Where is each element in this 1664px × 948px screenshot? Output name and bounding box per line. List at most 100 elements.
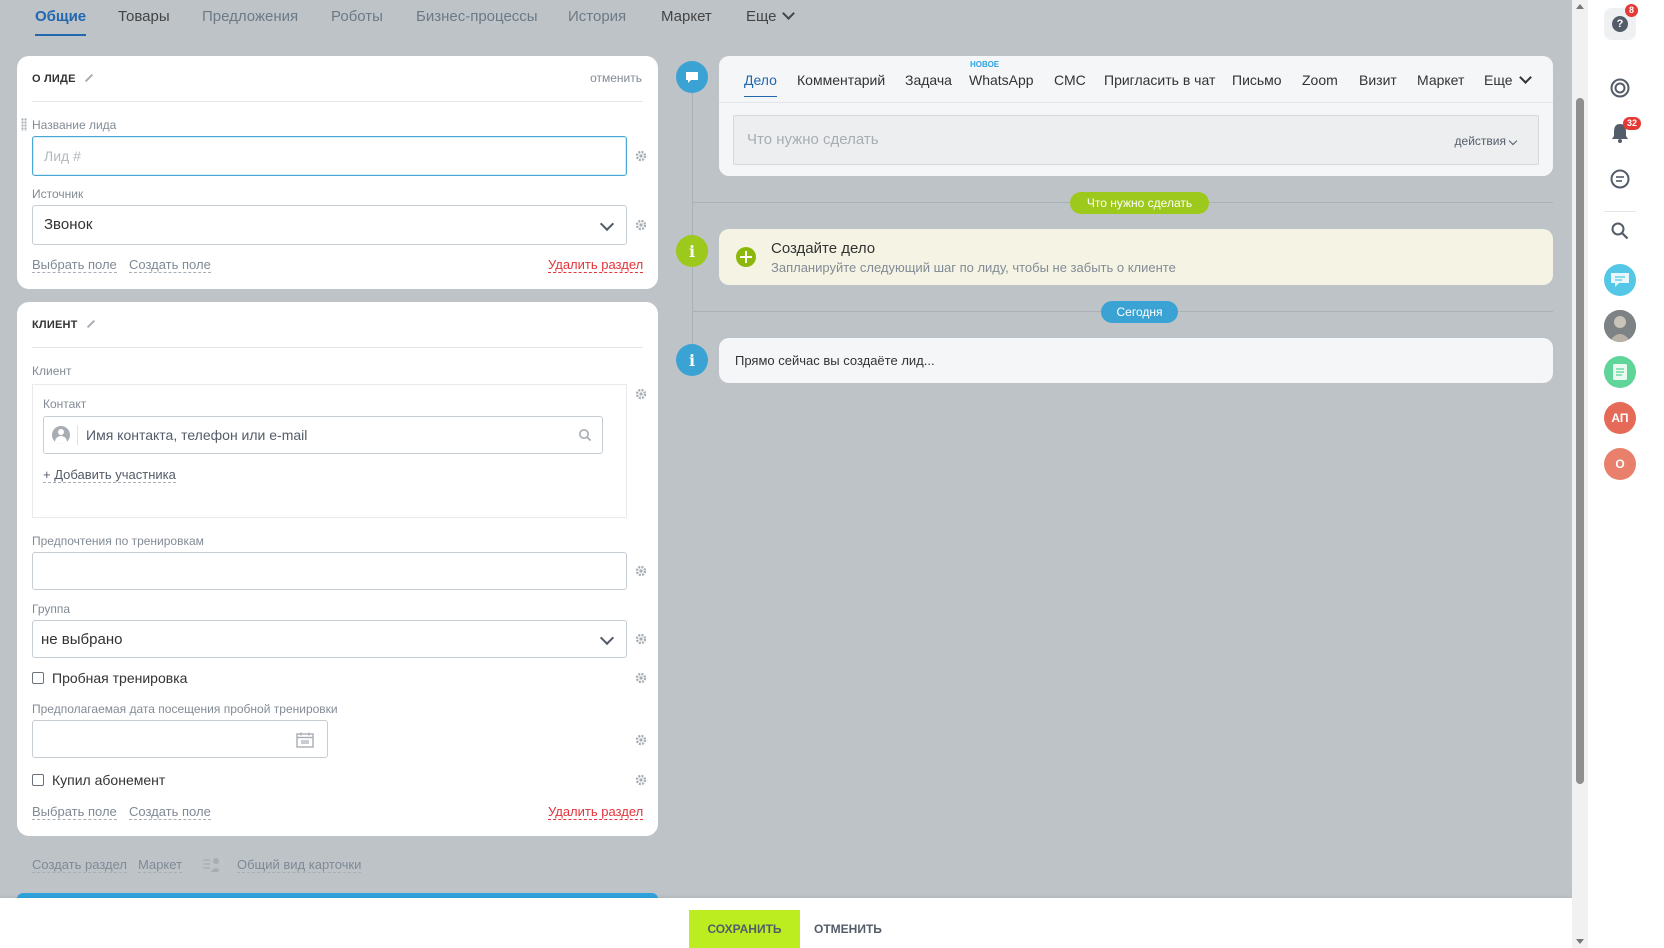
lead-name-input[interactable]: Лид # xyxy=(32,136,627,176)
chat-icon xyxy=(1610,169,1630,189)
tl-tab-letter[interactable]: Письмо xyxy=(1232,72,1282,88)
delete-section-link[interactable]: Удалить раздел xyxy=(548,257,644,273)
tab-active-underline xyxy=(35,34,87,36)
source-select[interactable]: Звонок xyxy=(32,205,627,245)
actions-dropdown[interactable]: действия xyxy=(1455,134,1506,148)
tab-label: Общие xyxy=(35,8,87,25)
search-icon[interactable] xyxy=(578,428,592,442)
gear-icon[interactable] xyxy=(635,734,647,746)
chevron-down-icon xyxy=(781,7,795,20)
bought-checkbox[interactable] xyxy=(32,774,44,786)
chat-bubble-icon xyxy=(1611,273,1629,287)
avatar-o[interactable]: О xyxy=(1604,448,1636,480)
tab-general[interactable]: Общие xyxy=(35,8,87,36)
tab-products[interactable]: Товары xyxy=(118,8,170,25)
todo-input[interactable]: Что нужно сделать действия xyxy=(733,115,1539,165)
pencil-icon[interactable] xyxy=(86,319,95,329)
divider xyxy=(1604,211,1636,212)
gear-icon[interactable] xyxy=(635,388,647,400)
search-button[interactable] xyxy=(1604,215,1636,247)
plus-icon[interactable] xyxy=(736,247,756,267)
now-creating-text: Прямо сейчас вы создаёте лид... xyxy=(735,353,935,368)
chat-bubble-icon xyxy=(686,71,698,83)
page-scrollbar[interactable] xyxy=(1572,0,1588,948)
chevron-down-icon xyxy=(599,630,615,646)
create-deal-panel[interactable]: Создайте дело Запланируйте следующий шаг… xyxy=(719,229,1553,285)
cancel-edit-link[interactable]: отменить xyxy=(590,71,642,85)
common-view-link[interactable]: Общий вид карточки xyxy=(237,857,362,873)
tl-tab-zoom[interactable]: Zoom xyxy=(1302,72,1338,88)
tl-tab-invite-chat[interactable]: Пригласить в чат xyxy=(1104,72,1215,88)
contact-placeholder: Имя контакта, телефон или e-mail xyxy=(86,427,308,443)
gear-icon[interactable] xyxy=(635,774,647,786)
save-button[interactable]: СОХРАНИТЬ xyxy=(689,910,800,948)
create-field-link[interactable]: Создать поле xyxy=(129,257,211,273)
user-avatar-photo[interactable] xyxy=(1604,310,1636,342)
tl-tab-market[interactable]: Маркет xyxy=(1417,72,1464,88)
cancel-button[interactable]: ОТМЕНИТЬ xyxy=(814,922,882,936)
divider xyxy=(32,101,643,102)
search-icon xyxy=(1611,222,1629,240)
avatar-photo-icon xyxy=(1604,310,1636,342)
group-select[interactable]: не выбрано xyxy=(32,620,627,658)
new-badge: НОВОЕ xyxy=(970,60,1000,69)
gear-icon[interactable] xyxy=(635,633,647,645)
lead-name-label: Название лида xyxy=(32,118,117,132)
select-field-link[interactable]: Выбрать поле xyxy=(32,804,117,820)
tl-tab-sms[interactable]: СМС xyxy=(1054,72,1086,88)
tab-robots[interactable]: Роботы xyxy=(331,8,383,25)
tab-offers[interactable]: Предложения xyxy=(202,8,298,25)
users-icon xyxy=(203,858,228,872)
avatar-ap[interactable]: АП xyxy=(1604,402,1636,434)
scroll-up-arrow-icon[interactable] xyxy=(1576,4,1584,9)
tl-tab-deal[interactable]: Дело xyxy=(744,72,777,97)
gear-icon[interactable] xyxy=(635,219,647,231)
calendar-icon[interactable] xyxy=(296,732,314,748)
chat-button[interactable] xyxy=(1604,163,1636,195)
contact-search-input[interactable]: Имя контакта, телефон или e-mail xyxy=(43,416,603,454)
timeline-line xyxy=(692,76,693,376)
delete-section-link[interactable]: Удалить раздел xyxy=(548,804,644,820)
tab-more[interactable]: Еще xyxy=(746,7,795,25)
open-channels-button[interactable] xyxy=(1604,264,1636,296)
group-label: Группа xyxy=(32,602,71,616)
activity-stream-button[interactable] xyxy=(1604,72,1636,104)
tl-tab-more[interactable]: Еще xyxy=(1484,71,1532,88)
create-section-link[interactable]: Создать раздел xyxy=(32,857,127,873)
market-link[interactable]: Маркет xyxy=(138,857,183,873)
create-field-link[interactable]: Создать поле xyxy=(129,804,211,820)
tl-tab-comment[interactable]: Комментарий xyxy=(797,72,885,88)
scroll-thumb[interactable] xyxy=(1576,98,1584,784)
placeholder: Лид # xyxy=(44,148,81,164)
create-deal-title: Создайте дело xyxy=(771,240,876,257)
add-participant-link[interactable]: + Добавить участника xyxy=(43,467,176,483)
separator xyxy=(77,425,78,445)
drag-handle-icon[interactable] xyxy=(21,118,27,131)
tab-business-processes[interactable]: Бизнес-процессы xyxy=(416,8,538,25)
activity-icon xyxy=(1610,78,1630,98)
gear-icon[interactable] xyxy=(635,672,647,684)
tasks-app-button[interactable] xyxy=(1604,356,1636,388)
tab-market[interactable]: Маркет xyxy=(661,8,712,25)
pencil-icon[interactable] xyxy=(84,73,93,83)
document-icon xyxy=(1613,364,1627,380)
notifications-badge: 32 xyxy=(1623,117,1642,130)
create-deal-subtitle: Запланируйте следующий шаг по лиду, чтоб… xyxy=(771,260,1176,275)
timeline-info-dot: i xyxy=(676,344,708,376)
divider xyxy=(719,102,1553,103)
select-field-link[interactable]: Выбрать поле xyxy=(32,257,117,273)
tl-tab-whatsapp[interactable]: WhatsApp xyxy=(969,72,1034,88)
trial-checkbox[interactable] xyxy=(32,672,44,684)
gear-icon[interactable] xyxy=(635,565,647,577)
active-underline xyxy=(744,96,777,97)
prefs-input[interactable] xyxy=(32,552,627,590)
gear-icon[interactable] xyxy=(635,150,647,162)
main-area: Общие Товары Предложения Роботы Бизнес-п… xyxy=(0,0,1572,948)
tl-tab-visit[interactable]: Визит xyxy=(1359,72,1397,88)
tab-history[interactable]: История xyxy=(568,8,626,25)
lead-section-card: О ЛИДЕ отменить Название лида Лид # Исто… xyxy=(17,56,658,289)
trial-date-label: Предполагаемая дата посещения пробной тр… xyxy=(32,702,338,716)
trial-date-input[interactable] xyxy=(32,720,328,758)
scroll-down-arrow-icon[interactable] xyxy=(1576,939,1584,944)
tl-tab-task[interactable]: Задача xyxy=(905,72,952,88)
